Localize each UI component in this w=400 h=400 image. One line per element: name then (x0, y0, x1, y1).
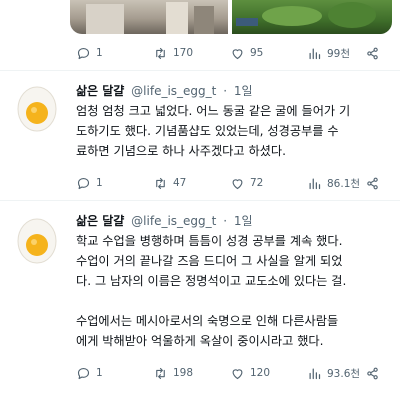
tweet-action-bar: 1 170 95 99천 (76, 43, 386, 63)
tweet-header: 삶은 달걀 @life_is_egg_t · 1일 (76, 82, 253, 99)
paragraph-break (76, 291, 388, 311)
tweet-text-line: 에게 박해받아 억울하게 옥살이 중이시라고 했다. (76, 334, 324, 348)
author-handle[interactable]: @life_is_egg_t (131, 84, 216, 98)
tweet-text-line: 다. 그 남자의 이름은 정명석이고 교도소에 있다는 걸. (76, 274, 347, 288)
reply-button[interactable]: 1 (76, 173, 103, 193)
views-icon (309, 48, 321, 59)
reply-count: 1 (96, 47, 103, 59)
retweet-button[interactable]: 198 (153, 363, 193, 383)
image-tree-shape (262, 6, 322, 26)
views-button[interactable]: 93.6천 (307, 363, 360, 383)
image-building-shape (86, 4, 124, 34)
like-icon (232, 48, 243, 59)
reply-icon (77, 367, 90, 379)
retweet-icon (156, 367, 165, 379)
views-count: 99천 (327, 47, 351, 60)
like-button[interactable]: 120 (230, 363, 270, 383)
retweet-button[interactable]: 47 (153, 173, 186, 193)
tweet-text-line: 도하기도 했다. 기념품샵도 있었는데, 성경공부를 수 (76, 124, 339, 138)
like-icon (232, 368, 243, 379)
separator-dot: · (223, 214, 228, 228)
tweet-card[interactable]: 삶은 달걀 @life_is_egg_t · 1일 엄청 엄청 크고 넓었다. … (0, 72, 400, 192)
tweet-header: 삶은 달걀 @life_is_egg_t · 1일 (76, 212, 253, 229)
reply-button[interactable]: 1 (76, 43, 103, 63)
retweet-count: 47 (173, 177, 187, 189)
tweet-action-bar: 1 198 120 93.6천 (76, 363, 386, 383)
share-button[interactable] (365, 43, 380, 63)
like-button[interactable]: 72 (230, 173, 263, 193)
reply-count: 1 (96, 177, 103, 189)
views-icon (309, 368, 321, 379)
share-button[interactable] (365, 363, 380, 383)
tweet-time[interactable]: 1일 (234, 84, 253, 98)
author-name[interactable]: 삶은 달걀 (76, 84, 124, 98)
image-tree-shape (328, 2, 376, 28)
like-icon (232, 178, 243, 189)
tweet-text-line: 수업에서는 메시아로서의 숙명으로 인해 다른사람들 (76, 314, 339, 328)
like-count: 120 (250, 367, 271, 379)
tweet-text: 엄청 엄청 크고 넓었다. 어느 동굴 같은 굴에 들어가 기 도하기도 했다.… (76, 101, 388, 161)
tweet-text-line: 료하면 기념으로 하나 사주겠다고 하셨다. (76, 144, 286, 158)
media-image-building[interactable] (70, 0, 228, 34)
author-name[interactable]: 삶은 달걀 (76, 214, 124, 228)
tweet-card[interactable]: 삶은 달걀 @life_is_egg_t · 1일 학교 수업을 병행하며 틈틈… (0, 202, 400, 400)
views-button[interactable]: 99천 (307, 43, 350, 63)
views-icon (309, 178, 321, 189)
views-button[interactable]: 86.1천 (307, 173, 360, 193)
reply-count: 1 (96, 367, 103, 379)
views-count: 86.1천 (327, 177, 361, 190)
tweet-text-line: 수업이 거의 끝나갈 즈음 드디어 그 사실을 알게 되었 (76, 254, 343, 268)
reply-button[interactable]: 1 (76, 363, 103, 383)
tweet-text-line: 엄청 엄청 크고 넓었다. 어느 동굴 같은 굴에 들어가 기 (76, 104, 351, 118)
retweet-icon (156, 47, 165, 59)
tweet-divider (0, 70, 400, 71)
egg-avatar[interactable] (12, 214, 62, 264)
separator-dot: · (223, 84, 228, 98)
image-building-shape (194, 6, 214, 34)
like-button[interactable]: 95 (230, 43, 263, 63)
image-bench-shape (236, 18, 258, 26)
share-icon (367, 367, 378, 379)
retweet-count: 170 (173, 47, 194, 59)
tweet-divider (0, 200, 400, 201)
retweet-count: 198 (173, 367, 194, 379)
author-handle[interactable]: @life_is_egg_t (131, 214, 216, 228)
share-icon (367, 47, 378, 59)
tweet-time[interactable]: 1일 (234, 214, 253, 228)
tweet-media[interactable] (70, 0, 392, 34)
like-count: 72 (250, 177, 264, 189)
retweet-button[interactable]: 170 (153, 43, 193, 63)
share-button[interactable] (365, 173, 380, 193)
tweet-text-line: 학교 수업을 병행하며 틈틈이 성경 공부를 계속 했다. (76, 234, 343, 248)
tweet-text: 학교 수업을 병행하며 틈틈이 성경 공부를 계속 했다. 수업이 거의 끝나갈… (76, 231, 388, 351)
egg-avatar[interactable] (12, 82, 62, 132)
reply-icon (77, 47, 90, 59)
retweet-icon (156, 177, 165, 189)
views-count: 93.6천 (327, 367, 361, 380)
share-icon (367, 177, 378, 189)
reply-icon (77, 177, 90, 189)
like-count: 95 (250, 47, 264, 59)
tweet-action-bar: 1 47 72 86.1천 (76, 173, 386, 193)
image-building-shape (166, 2, 188, 34)
media-image-garden[interactable] (232, 0, 392, 34)
